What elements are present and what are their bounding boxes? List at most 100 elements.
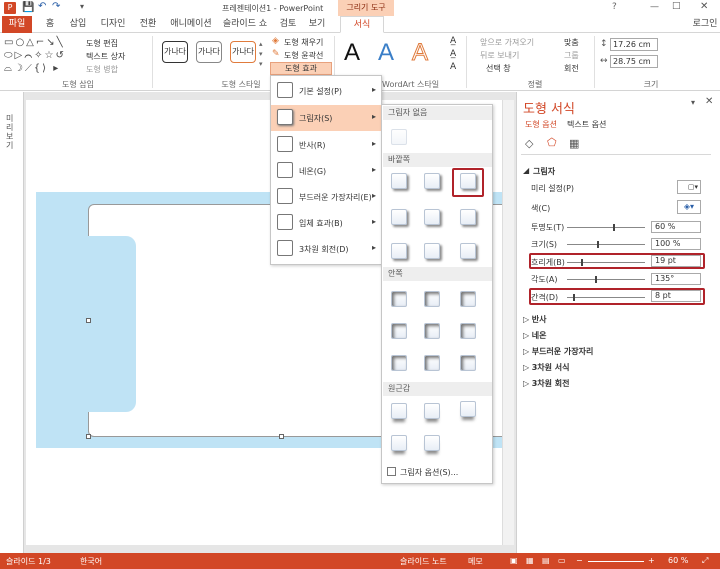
shadow-option[interactable]: [460, 209, 476, 225]
tab-format[interactable]: 서식: [340, 16, 384, 33]
tab-home[interactable]: 홈: [40, 16, 60, 33]
rotate-button[interactable]: 회전: [564, 63, 579, 74]
text-fill-icon[interactable]: A̲ A̲ A: [450, 35, 456, 74]
tab-slideshow[interactable]: 슬라이드 쇼: [222, 16, 268, 33]
redo-icon[interactable]: ↷: [52, 1, 60, 12]
selection-pane-button[interactable]: 선택 창: [486, 63, 511, 74]
maximize-icon[interactable]: □: [672, 1, 681, 11]
tab-design[interactable]: 디자인: [98, 16, 128, 33]
bring-forward-button[interactable]: 앞으로 가져오기: [480, 37, 534, 48]
section-shadow-toggle[interactable]: ◢: [523, 166, 529, 175]
transparency-slider[interactable]: [567, 224, 645, 231]
wordart-sample-3[interactable]: A: [411, 39, 428, 67]
section-soft-edges[interactable]: ▷ 부드러운 가장자리: [523, 346, 593, 357]
canvas-scrollbar[interactable]: [502, 100, 514, 545]
wordart-sample-2[interactable]: A: [378, 39, 394, 67]
shadow-option[interactable]: [391, 355, 407, 371]
shape-effects-button[interactable]: 도형 효과: [270, 62, 332, 75]
shadow-option[interactable]: [424, 291, 440, 307]
size-input[interactable]: 100 %: [651, 238, 701, 250]
shadow-option[interactable]: [424, 403, 440, 419]
menu-item-preset[interactable]: 기본 설정(P) ▸: [271, 78, 381, 104]
style-sample-2[interactable]: 가나다: [196, 41, 222, 63]
section-reflection[interactable]: ▷ 반사: [523, 314, 546, 325]
help-icon[interactable]: ?: [612, 2, 617, 12]
tab-shape-options[interactable]: 도형 옵션: [525, 119, 557, 130]
shadow-none-option[interactable]: [391, 129, 407, 145]
tab-text-options[interactable]: 텍스트 옵션: [567, 119, 606, 130]
style-sample-3[interactable]: 가나다: [230, 41, 256, 63]
angle-slider[interactable]: [567, 276, 645, 283]
zoom-in-icon[interactable]: +: [648, 556, 655, 565]
view-reading-icon[interactable]: ▤: [542, 556, 550, 565]
fit-slide-icon[interactable]: ⤢: [702, 556, 708, 566]
shadow-option[interactable]: [424, 209, 440, 225]
tab-review[interactable]: 검토: [276, 16, 300, 33]
tab-animations[interactable]: 애니메이션: [168, 16, 214, 33]
section-3d-format[interactable]: ▷ 3차원 서식: [523, 362, 570, 373]
slider-thumb[interactable]: [595, 276, 598, 283]
shadow-option[interactable]: [460, 243, 476, 259]
size-properties-icon[interactable]: ▦: [569, 137, 579, 150]
selection-handle[interactable]: [86, 318, 91, 323]
language-indicator[interactable]: 한국어: [80, 556, 102, 567]
notes-button[interactable]: 슬라이드 노트: [400, 556, 447, 567]
zoom-out-icon[interactable]: −: [576, 556, 583, 565]
shadow-option[interactable]: [460, 401, 476, 417]
shape-outline-button[interactable]: 도형 윤곽선: [284, 50, 323, 61]
slide-thumbnail-pane[interactable]: 미리보기: [0, 92, 24, 553]
shape-fill-button[interactable]: 도형 채우기: [284, 37, 323, 48]
preset-dropdown[interactable]: ▢▾: [677, 180, 701, 194]
width-input[interactable]: 28.75 cm: [610, 55, 658, 68]
zoom-level[interactable]: 60 %: [668, 556, 688, 565]
wordart-sample-1[interactable]: A: [344, 39, 360, 67]
merge-shapes-button[interactable]: 도형 병합: [86, 64, 118, 75]
send-backward-button[interactable]: 뒤로 보내기: [480, 50, 519, 61]
customize-icon[interactable]: ▾: [80, 2, 84, 11]
section-3d-rotation[interactable]: ▷ 3차원 회전: [523, 378, 570, 389]
minimize-icon[interactable]: —: [650, 2, 659, 12]
shadow-option[interactable]: [391, 323, 407, 339]
shadow-option[interactable]: [424, 243, 440, 259]
style-sample-1[interactable]: 가나다: [162, 41, 188, 63]
edit-shape-button[interactable]: 도형 편집: [86, 38, 118, 49]
distance-input[interactable]: 8 pt: [651, 290, 701, 302]
save-icon[interactable]: 💾: [22, 2, 34, 13]
memo-button[interactable]: 메모: [468, 556, 483, 567]
section-glow[interactable]: ▷ 네온: [523, 330, 546, 341]
menu-item-bevel[interactable]: 입체 효과(B) ▸: [271, 210, 381, 236]
shadow-option[interactable]: [424, 173, 440, 189]
shadow-option[interactable]: [460, 291, 476, 307]
shadow-option[interactable]: [391, 291, 407, 307]
menu-item-shadow[interactable]: 그림자(S) ▸: [271, 105, 381, 131]
size-slider[interactable]: [567, 241, 645, 248]
shadow-option[interactable]: [424, 355, 440, 371]
menu-item-3d-rotation[interactable]: 3차원 회전(D) ▸: [271, 236, 381, 262]
shadow-option[interactable]: [391, 243, 407, 259]
pane-close-icon[interactable]: ✕: [705, 96, 713, 107]
shadow-option[interactable]: [424, 323, 440, 339]
blur-slider[interactable]: [567, 259, 645, 266]
menu-item-soft-edges[interactable]: 부드러운 가장자리(E) ▸: [271, 184, 381, 210]
slider-thumb[interactable]: [612, 224, 615, 231]
view-slideshow-icon[interactable]: ▭: [558, 556, 566, 565]
shadow-option[interactable]: [391, 403, 407, 419]
login-link[interactable]: 로그인: [692, 16, 718, 33]
view-sorter-icon[interactable]: ▦: [526, 556, 534, 565]
angle-input[interactable]: 135°: [651, 273, 701, 285]
shadow-options-link[interactable]: 그림자 옵션(S)...: [400, 467, 458, 478]
view-normal-icon[interactable]: ▣: [510, 556, 518, 565]
transparency-input[interactable]: 60 %: [651, 221, 701, 233]
distance-slider[interactable]: [567, 294, 645, 301]
close-icon[interactable]: ✕: [700, 1, 708, 12]
style-gallery-scroll-icon[interactable]: ▴ ▾ ▾: [259, 39, 263, 69]
slider-thumb[interactable]: [581, 259, 584, 266]
shadow-option[interactable]: [424, 435, 440, 451]
zoom-slider[interactable]: [588, 561, 644, 562]
menu-item-reflection[interactable]: 반사(R) ▸: [271, 132, 381, 158]
shadow-option[interactable]: [460, 323, 476, 339]
shadow-option[interactable]: [391, 435, 407, 451]
tab-insert[interactable]: 삽입: [66, 16, 90, 33]
slider-thumb[interactable]: [597, 241, 600, 248]
align-button[interactable]: 맞춤: [564, 37, 579, 48]
